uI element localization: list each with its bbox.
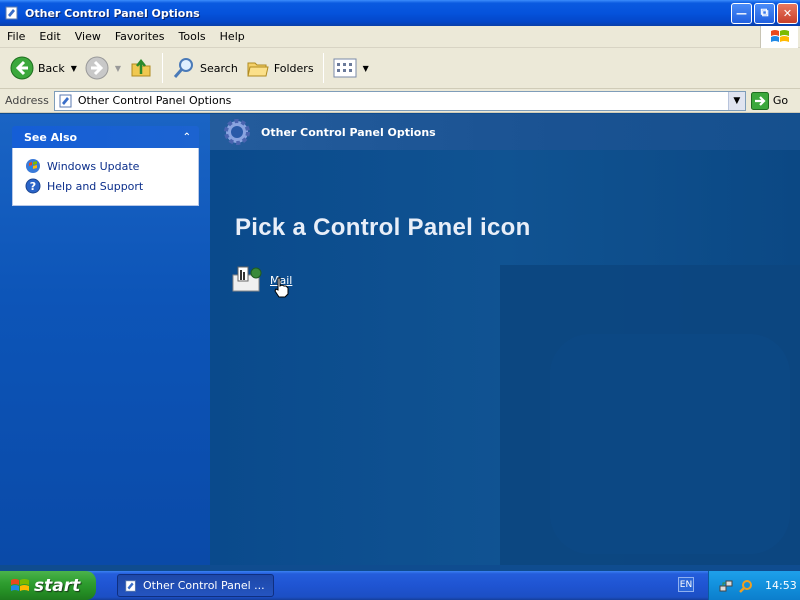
see-also-label: Help and Support — [47, 179, 144, 193]
windows-logo-icon — [760, 26, 798, 48]
minimize-button[interactable]: — — [731, 2, 752, 24]
minimize-icon: — — [736, 6, 747, 20]
folders-label: Folders — [273, 61, 314, 75]
gear-icon — [224, 119, 250, 145]
go-button[interactable]: Go — [750, 91, 789, 110]
see-also-list: Windows Update ? Help and Support — [12, 148, 199, 206]
system-tray: 14:53 — [708, 571, 800, 600]
toolbar-separator — [162, 53, 164, 83]
control-panel-icon — [59, 94, 72, 107]
menu-file[interactable]: File — [0, 30, 32, 43]
content-pane: Other Control Panel Options Pick a Contr… — [210, 114, 800, 565]
clock: 14:53 — [765, 579, 797, 592]
menu-tools[interactable]: Tools — [172, 30, 213, 43]
see-also-title: See Also — [24, 130, 78, 144]
hand-cursor-icon — [274, 277, 289, 298]
svg-text:?: ? — [30, 180, 36, 193]
forward-button[interactable]: ▼ — [81, 51, 125, 85]
address-dropdown-icon[interactable]: ▼ — [727, 91, 745, 110]
see-also-label: Windows Update — [47, 159, 140, 173]
start-label: start — [34, 575, 81, 596]
views-icon — [333, 58, 357, 78]
restore-icon: ⧉ — [760, 6, 769, 19]
close-icon: ✕ — [782, 6, 793, 20]
windows-logo-icon — [11, 578, 29, 591]
menu-help[interactable]: Help — [213, 30, 252, 43]
menu-bar: File Edit View Favorites Tools Help — [0, 26, 800, 48]
address-field[interactable]: Other Control Panel Options ▼ — [53, 90, 746, 111]
back-arrow-icon — [10, 56, 34, 80]
folders-button[interactable]: Folders — [242, 51, 318, 85]
content-header: Other Control Panel Options — [210, 114, 800, 150]
back-dropdown-icon[interactable]: ▼ — [71, 64, 77, 73]
content-header-title: Other Control Panel Options — [261, 125, 436, 139]
menu-favorites[interactable]: Favorites — [108, 30, 172, 43]
collapse-chevron-icon[interactable]: ⌃ — [183, 132, 191, 143]
forward-dropdown-icon[interactable]: ▼ — [115, 64, 121, 73]
see-also-header[interactable]: See Also ⌃ — [12, 126, 199, 148]
see-also-windows-update[interactable]: Windows Update — [25, 156, 198, 176]
close-button[interactable]: ✕ — [777, 2, 798, 24]
taskbar: start Other Control Panel ... EN 14:53 — [0, 571, 800, 600]
control-panel-icon — [125, 579, 136, 592]
search-icon — [173, 58, 194, 78]
mail-icon — [232, 266, 262, 292]
control-panel-item-mail[interactable]: Mail — [230, 262, 292, 298]
views-button[interactable]: ▼ — [329, 51, 373, 85]
see-also-panel: See Also ⌃ Windows Update ? Help and Sup… — [12, 126, 199, 206]
address-bar: Address Other Control Panel Options ▼ Go — [0, 89, 800, 113]
control-panel-icon — [5, 6, 18, 20]
network-icon[interactable] — [719, 579, 733, 593]
language-indicator[interactable]: EN — [678, 577, 694, 592]
folders-icon — [247, 62, 269, 77]
go-label: Go — [772, 94, 789, 107]
go-arrow-icon — [750, 91, 769, 110]
toolbar: Back ▼ ▼ Search Folders ▼ — [0, 48, 800, 89]
back-label: Back — [38, 61, 65, 75]
address-label: Address — [5, 94, 49, 107]
views-dropdown-icon[interactable]: ▼ — [363, 64, 369, 73]
see-also-help-and-support[interactable]: ? Help and Support — [25, 176, 198, 196]
menu-view[interactable]: View — [68, 30, 108, 43]
back-button[interactable]: Back ▼ — [6, 51, 81, 85]
taskbar-window-label: Other Control Panel ... — [143, 579, 265, 592]
search-button[interactable]: Search — [168, 51, 242, 85]
start-button[interactable]: start — [0, 571, 96, 600]
watermark-graphic — [550, 334, 790, 554]
restore-button[interactable]: ⧉ — [754, 2, 775, 24]
forward-arrow-icon — [85, 56, 109, 80]
search-icon[interactable] — [739, 579, 753, 593]
page-title: Pick a Control Panel icon — [235, 214, 531, 241]
up-button[interactable] — [125, 51, 157, 85]
task-pane: See Also ⌃ Windows Update ? Help and Sup… — [0, 114, 210, 565]
title-bar: Other Control Panel Options — ⧉ ✕ — [0, 0, 800, 26]
window-title: Other Control Panel Options — [25, 6, 200, 20]
search-label: Search — [200, 61, 238, 75]
folder-up-icon — [131, 58, 151, 77]
toolbar-separator — [322, 53, 324, 83]
windows-update-icon — [26, 159, 40, 173]
address-value: Other Control Panel Options — [77, 94, 232, 107]
menu-edit[interactable]: Edit — [32, 30, 67, 43]
help-icon: ? — [25, 178, 41, 194]
taskbar-window-button[interactable]: Other Control Panel ... — [117, 574, 274, 597]
